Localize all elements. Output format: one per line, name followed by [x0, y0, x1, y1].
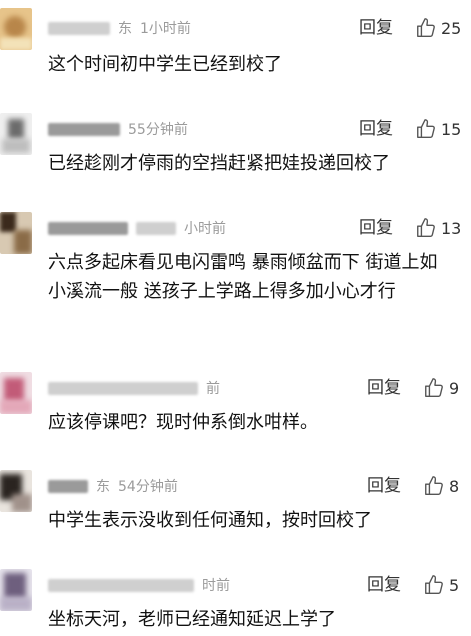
comment-meta: 时前 — [48, 573, 230, 597]
comment-text: 应该停课吧？现时仲系倒水咁样。 — [48, 412, 318, 433]
comment-meta: 小时前 — [48, 216, 226, 240]
reply-button[interactable]: 回复 — [359, 216, 393, 240]
thumbs-up-icon — [425, 476, 443, 495]
avatar[interactable] — [0, 372, 32, 414]
like-count: 15 — [441, 119, 462, 139]
timestamp: 1小时前 — [140, 21, 191, 37]
reply-button[interactable]: 回复 — [359, 16, 393, 40]
avatar[interactable] — [0, 569, 32, 611]
username-tail: 东 — [118, 21, 132, 37]
thumbs-up-icon — [425, 575, 443, 594]
comment-text: 这个时间初中学生已经到校了 — [48, 54, 282, 75]
thumbs-up-icon — [425, 378, 443, 397]
like-count: 5 — [449, 575, 460, 595]
thumbs-up-icon — [417, 218, 435, 237]
username-redacted[interactable] — [48, 21, 110, 35]
like-button[interactable]: 5 — [423, 573, 459, 597]
username-redacted[interactable] — [48, 479, 88, 493]
username-redacted — [136, 221, 176, 235]
comment-text: 六点多起床看见电闪雷鸣 暴雨倾盆而下 街道上如小溪流一般 送孩子上学路上得多加小… — [48, 252, 438, 302]
comment-text: 已经趁刚才停雨的空挡赶紧把娃投递回校了 — [48, 153, 390, 174]
reply-button[interactable]: 回复 — [367, 573, 401, 597]
like-count: 13 — [441, 218, 462, 238]
timestamp: 54分钟前 — [118, 479, 178, 495]
avatar[interactable] — [0, 212, 32, 254]
thumbs-up-icon — [417, 119, 435, 138]
comment-text: 中学生表示没收到任何通知，按时回校了 — [48, 510, 372, 531]
like-button[interactable]: 8 — [423, 474, 459, 498]
username-tail: 东 — [96, 479, 110, 495]
like-button[interactable]: 13 — [415, 216, 461, 240]
avatar[interactable] — [0, 8, 32, 50]
timestamp: 55分钟前 — [128, 122, 188, 138]
reply-button[interactable]: 回复 — [367, 474, 401, 498]
like-count: 9 — [449, 378, 460, 398]
like-count: 25 — [441, 18, 462, 38]
username-redacted[interactable] — [48, 221, 128, 235]
username-redacted[interactable] — [48, 122, 120, 136]
thumbs-up-icon — [417, 18, 435, 37]
like-button[interactable]: 9 — [423, 376, 459, 400]
username-redacted[interactable] — [48, 578, 194, 592]
comment-meta: 前 — [48, 376, 220, 400]
like-button[interactable]: 15 — [415, 117, 461, 141]
comment-meta: 东 54分钟前 — [48, 474, 178, 498]
comment-meta: 东 1小时前 — [48, 16, 191, 40]
like-button[interactable]: 25 — [415, 16, 461, 40]
timestamp: 前 — [206, 381, 220, 397]
timestamp: 时前 — [202, 578, 230, 594]
timestamp: 小时前 — [184, 221, 226, 237]
avatar[interactable] — [0, 470, 32, 512]
comment-text: 坐标天河，老师已经通知延迟上学了 — [48, 609, 336, 630]
reply-button[interactable]: 回复 — [367, 376, 401, 400]
avatar[interactable] — [0, 113, 32, 155]
username-redacted[interactable] — [48, 381, 198, 395]
reply-button[interactable]: 回复 — [359, 117, 393, 141]
comment-meta: 55分钟前 — [48, 117, 188, 141]
like-count: 8 — [449, 476, 460, 496]
